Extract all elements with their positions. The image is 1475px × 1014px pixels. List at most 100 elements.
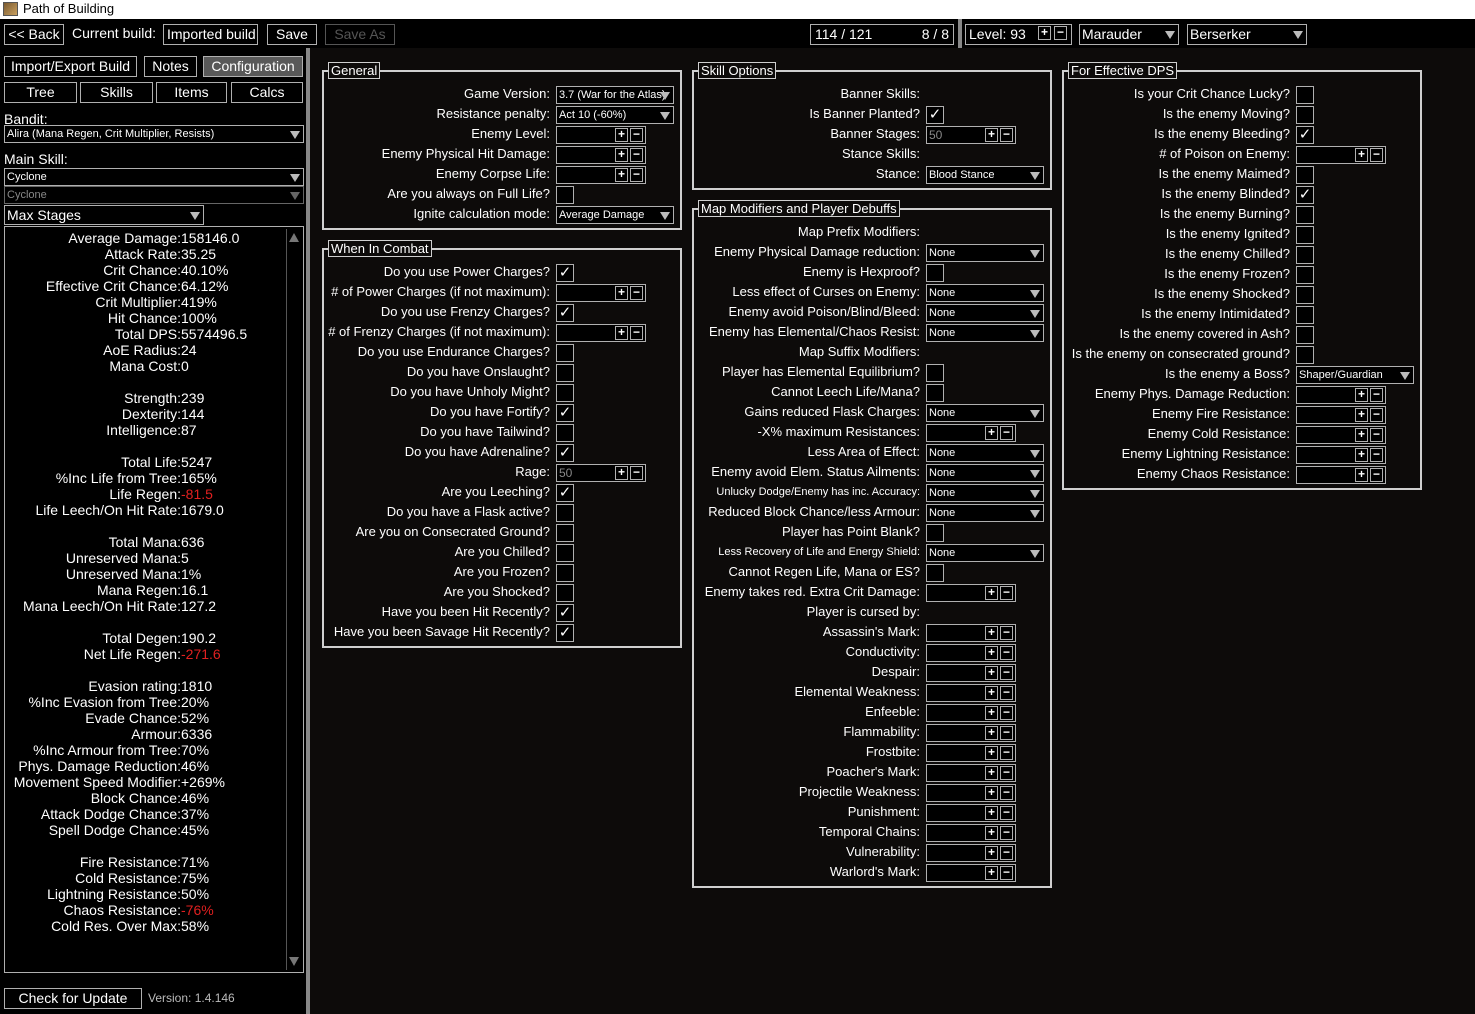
- number-input-poacher-s-mark[interactable]: + −: [926, 764, 1016, 782]
- checkbox-is-the-enemy-covered-in-ash[interactable]: [1296, 326, 1314, 344]
- minus-icon[interactable]: −: [1000, 666, 1013, 680]
- minus-icon[interactable]: −: [630, 168, 643, 182]
- plus-icon[interactable]: +: [985, 586, 998, 600]
- tab-items[interactable]: Items: [156, 82, 227, 103]
- plus-icon[interactable]: +: [985, 726, 998, 740]
- dropdown-gains-reduced-flask-charges[interactable]: None: [926, 404, 1044, 422]
- tab-notes[interactable]: Notes: [144, 56, 197, 77]
- checkbox-is-your-crit-chance-lucky[interactable]: [1296, 86, 1314, 104]
- number-input-enemy-chaos-resistance[interactable]: + −: [1296, 466, 1386, 484]
- checkbox-are-you-always-on-full-life[interactable]: [556, 186, 574, 204]
- plus-icon[interactable]: +: [615, 128, 628, 142]
- checkbox-do-you-have-tailwind[interactable]: [556, 424, 574, 442]
- dropdown-is-the-enemy-a-boss[interactable]: Shaper/Guardian: [1296, 366, 1414, 384]
- minus-icon[interactable]: −: [1000, 586, 1013, 600]
- checkbox-do-you-use-endurance-charges[interactable]: [556, 344, 574, 362]
- number-input-banner-stages[interactable]: 50 + −: [926, 126, 1016, 144]
- checkbox-are-you-leeching[interactable]: ✓: [556, 484, 574, 502]
- checkbox-is-the-enemy-blinded[interactable]: ✓: [1296, 186, 1314, 204]
- checkbox-is-the-enemy-bleeding[interactable]: ✓: [1296, 126, 1314, 144]
- plus-icon[interactable]: +: [985, 826, 998, 840]
- checkbox-is-the-enemy-shocked[interactable]: [1296, 286, 1314, 304]
- dropdown-enemy-physical-damage-reduction[interactable]: None: [926, 244, 1044, 262]
- checkbox-is-the-enemy-moving[interactable]: [1296, 106, 1314, 124]
- minus-icon[interactable]: −: [630, 148, 643, 162]
- checkbox-cannot-leech-life-mana[interactable]: [926, 384, 944, 402]
- checkbox-are-you-on-consecrated-ground[interactable]: [556, 524, 574, 542]
- minus-icon[interactable]: −: [630, 326, 643, 340]
- scroll-down-icon[interactable]: [289, 957, 299, 966]
- minus-icon[interactable]: −: [630, 286, 643, 300]
- number-input-x-maximum-resistances[interactable]: + −: [926, 424, 1016, 442]
- plus-icon[interactable]: +: [985, 626, 998, 640]
- checkbox-do-you-use-frenzy-charges[interactable]: ✓: [556, 304, 574, 322]
- dropdown-game-version[interactable]: 3.7 (War for the Atlas): [556, 86, 674, 104]
- minus-icon[interactable]: −: [1000, 846, 1013, 860]
- build-name-field[interactable]: Imported build: [163, 24, 258, 45]
- minus-icon[interactable]: −: [1000, 686, 1013, 700]
- plus-icon[interactable]: +: [1038, 26, 1051, 40]
- checkbox-do-you-have-onslaught[interactable]: [556, 364, 574, 382]
- number-input-rage[interactable]: 50 + −: [556, 464, 646, 482]
- number-input-vulnerability[interactable]: + −: [926, 844, 1016, 862]
- checkbox-do-you-have-adrenaline[interactable]: ✓: [556, 444, 574, 462]
- checkbox-have-you-been-savage-hit-recently[interactable]: ✓: [556, 624, 574, 642]
- plus-icon[interactable]: +: [985, 866, 998, 880]
- minus-icon[interactable]: −: [1000, 128, 1013, 142]
- plus-icon[interactable]: +: [615, 286, 628, 300]
- tab-calcs[interactable]: Calcs: [231, 82, 303, 103]
- plus-icon[interactable]: +: [985, 686, 998, 700]
- number-input-frostbite[interactable]: + −: [926, 744, 1016, 762]
- minus-icon[interactable]: −: [1370, 408, 1383, 422]
- minus-icon[interactable]: −: [1000, 806, 1013, 820]
- checkbox-is-the-enemy-intimidated[interactable]: [1296, 306, 1314, 324]
- sub-skill-dropdown[interactable]: Cyclone: [4, 186, 304, 204]
- plus-icon[interactable]: +: [985, 706, 998, 720]
- minus-icon[interactable]: −: [1370, 148, 1383, 162]
- dropdown-less-area-of-effect[interactable]: None: [926, 444, 1044, 462]
- minus-icon[interactable]: −: [1000, 766, 1013, 780]
- dropdown-enemy-avoid-poison-blind-bleed[interactable]: None: [926, 304, 1044, 322]
- bandit-dropdown[interactable]: Alira (Mana Regen, Crit Multiplier, Resi…: [4, 125, 304, 143]
- minus-icon[interactable]: −: [1000, 866, 1013, 880]
- plus-icon[interactable]: +: [985, 846, 998, 860]
- number-input-projectile-weakness[interactable]: + −: [926, 784, 1016, 802]
- minus-icon[interactable]: −: [1000, 426, 1013, 440]
- number-input-assassin-s-mark[interactable]: + −: [926, 624, 1016, 642]
- plus-icon[interactable]: +: [985, 806, 998, 820]
- class-dropdown[interactable]: Marauder: [1079, 24, 1179, 45]
- plus-icon[interactable]: +: [615, 168, 628, 182]
- dropdown-reduced-block-chance-less-armour[interactable]: None: [926, 504, 1044, 522]
- number-input-enemy-takes-red-extra-crit-damage[interactable]: + −: [926, 584, 1016, 602]
- dropdown-ignite-calculation-mode[interactable]: Average Damage: [556, 206, 674, 224]
- number-input-enemy-lightning-resistance[interactable]: + −: [1296, 446, 1386, 464]
- minus-icon[interactable]: −: [630, 466, 643, 480]
- minus-icon[interactable]: −: [1000, 746, 1013, 760]
- plus-icon[interactable]: +: [985, 666, 998, 680]
- number-input-of-frenzy-charges-if-not-maximum[interactable]: + −: [556, 324, 646, 342]
- plus-icon[interactable]: +: [1355, 408, 1368, 422]
- tab-import-export[interactable]: Import/Export Build: [4, 56, 137, 77]
- minus-icon[interactable]: −: [1370, 468, 1383, 482]
- checkbox-is-the-enemy-on-consecrated-ground[interactable]: [1296, 346, 1314, 364]
- save-button[interactable]: Save: [267, 24, 317, 45]
- plus-icon[interactable]: +: [615, 148, 628, 162]
- number-input-of-poison-on-enemy[interactable]: + −: [1296, 146, 1386, 164]
- minus-icon[interactable]: −: [1000, 626, 1013, 640]
- number-input-enemy-fire-resistance[interactable]: + −: [1296, 406, 1386, 424]
- plus-icon[interactable]: +: [615, 326, 628, 340]
- checkbox-do-you-use-power-charges[interactable]: ✓: [556, 264, 574, 282]
- plus-icon[interactable]: +: [1355, 468, 1368, 482]
- minus-icon[interactable]: −: [1000, 706, 1013, 720]
- number-input-enemy-physical-hit-damage[interactable]: + −: [556, 146, 646, 164]
- checkbox-cannot-regen-life-mana-or-es[interactable]: [926, 564, 944, 582]
- minus-icon[interactable]: −: [1000, 646, 1013, 660]
- number-input-conductivity[interactable]: + −: [926, 644, 1016, 662]
- number-input-elemental-weakness[interactable]: + −: [926, 684, 1016, 702]
- dropdown-enemy-has-elemental-chaos-resist[interactable]: None: [926, 324, 1044, 342]
- checkbox-is-banner-planted[interactable]: ✓: [926, 106, 944, 124]
- stats-list[interactable]: Average Damage: 158146.0 Attack Rate: 35.25…: [4, 226, 304, 973]
- check-update-button[interactable]: Check for Update: [4, 988, 142, 1009]
- minus-icon[interactable]: −: [1370, 428, 1383, 442]
- minus-icon[interactable]: −: [630, 128, 643, 142]
